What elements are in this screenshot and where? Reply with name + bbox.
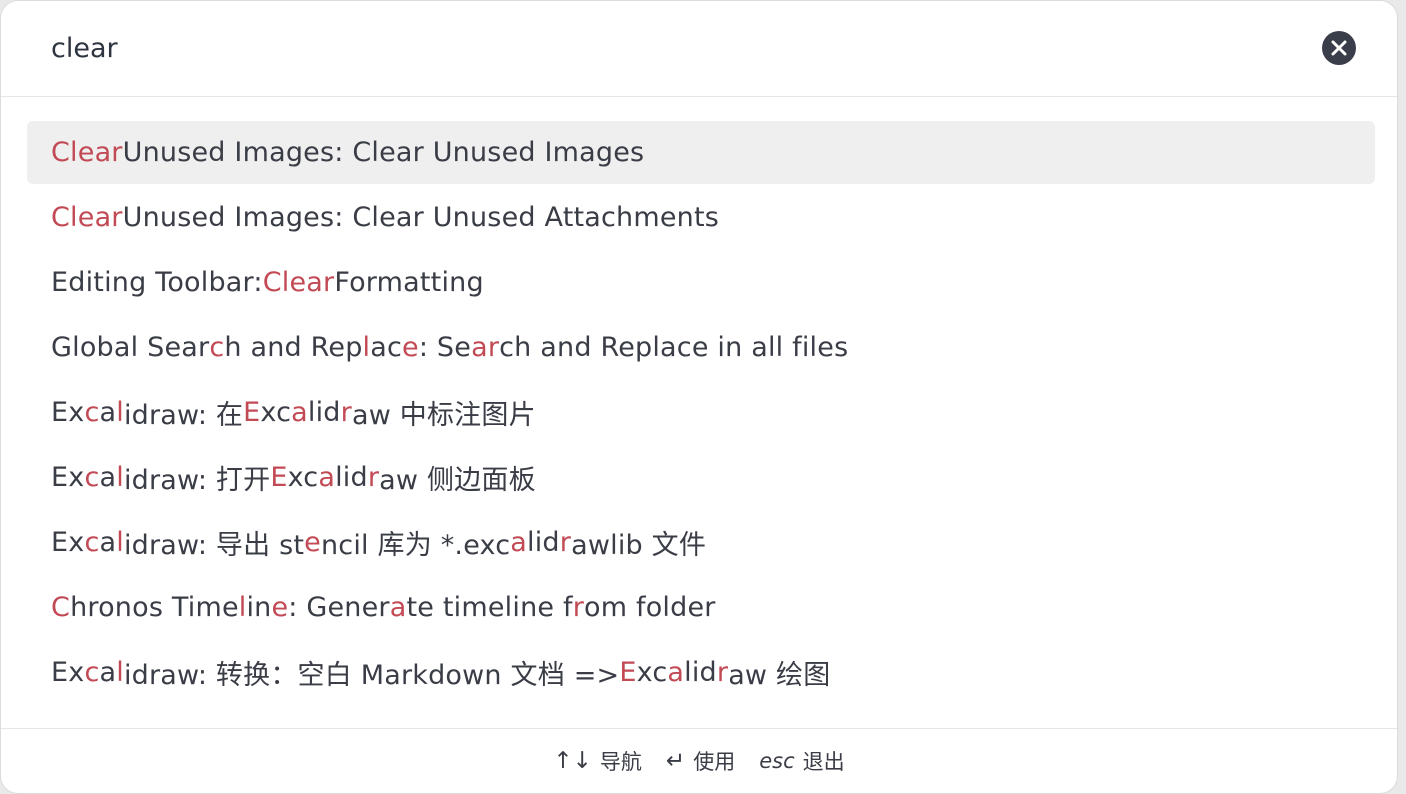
result-text: lid <box>307 397 341 428</box>
result-item[interactable]: Ex c a l idraw: 打开 Exc a lid r aw 侧边面板 <box>27 446 1375 509</box>
match-highlight: e <box>271 592 289 623</box>
match-highlight: e <box>402 332 419 363</box>
result-text: a <box>99 462 117 493</box>
navigate-hint: ↑↓ 导航 <box>553 746 642 776</box>
match-highlight: a <box>667 657 685 688</box>
result-text: h and Rep <box>224 332 363 363</box>
use-hint: ↵ 使用 <box>666 746 735 776</box>
match-highlight: a <box>318 462 336 493</box>
match-highlight: l <box>362 332 371 363</box>
match-highlight: c <box>209 332 225 363</box>
match-highlight: l <box>116 397 124 428</box>
result-text: Ex <box>51 462 85 493</box>
result-text: aw 侧边面板 <box>379 465 536 496</box>
esc-hint: esc 退出 <box>759 746 844 776</box>
match-highlight: Clear <box>51 137 123 168</box>
search-bar <box>1 1 1397 97</box>
match-highlight: C <box>51 592 71 623</box>
result-item[interactable]: Ex c a l idraw: 导出 st e ncil 库为 *.exc a lid r awli… <box>27 511 1375 574</box>
result-text: lid <box>684 657 717 688</box>
navigate-label: 导航 <box>599 750 642 774</box>
match-highlight: e <box>304 527 321 558</box>
result-text: hronos Time <box>70 592 239 623</box>
match-highlight: l <box>116 657 124 688</box>
result-text: : Gener <box>288 592 390 623</box>
result-item[interactable]: Global Sear c h and Rep l ac e: Se ar ch and Re… <box>27 316 1375 379</box>
result-text: te timeline f <box>406 592 573 623</box>
result-text: Editing Toolbar: <box>51 267 263 298</box>
enter-key-icon: ↵ <box>665 748 686 774</box>
result-item[interactable]: Clear Unused Images: Clear Unused Attach… <box>27 186 1375 249</box>
match-highlight: r <box>716 657 729 688</box>
result-text: xc <box>636 657 668 688</box>
result-text: idraw: 转换：空白 Markdown 文档 => <box>123 660 620 691</box>
result-item[interactable]: Clear Unused Images: Clear Unused Images <box>27 121 1375 184</box>
match-highlight: l <box>116 462 124 493</box>
close-circle-icon[interactable] <box>1322 31 1356 65</box>
result-text: Global Sear <box>51 332 210 363</box>
result-text: aw 绘图 <box>728 660 831 691</box>
match-highlight: Clear <box>262 267 335 298</box>
result-text: ac <box>370 332 403 363</box>
match-highlight: a <box>389 592 407 623</box>
result-text: om folder <box>584 592 716 623</box>
result-text: ch and Replace in all files <box>499 332 849 363</box>
search-input[interactable] <box>51 25 1251 71</box>
match-highlight: E <box>243 397 261 428</box>
result-text: : Se <box>418 332 472 363</box>
esc-label: 退出 <box>802 750 845 774</box>
result-text: idraw: 打开 <box>123 465 271 496</box>
match-highlight: ar <box>471 332 500 363</box>
match-highlight: a <box>510 527 528 558</box>
match-highlight: c <box>84 462 100 493</box>
result-text: lid <box>335 462 368 493</box>
result-text: Unused Images: Clear Unused Images <box>122 137 645 168</box>
result-item[interactable]: Editing Toolbar: Clear Formatting <box>27 251 1375 314</box>
match-highlight: l <box>238 592 247 623</box>
result-list: Clear Unused Images: Clear Unused Images… <box>27 121 1375 706</box>
result-text: xc <box>287 462 319 493</box>
match-highlight: E <box>270 462 288 493</box>
result-text: xc <box>260 397 292 428</box>
result-item[interactable]: Chronos Time l in e: Gener a te timeline f r om… <box>27 576 1375 639</box>
match-highlight: E <box>619 657 637 688</box>
result-text: Unused Images: Clear Unused Attachments <box>122 202 720 233</box>
match-highlight: c <box>84 657 100 688</box>
match-highlight: a <box>291 397 308 428</box>
result-text: a <box>99 657 117 688</box>
result-text: Ex <box>51 657 85 688</box>
result-text: a <box>99 397 117 428</box>
result-text: lid <box>527 527 560 558</box>
match-highlight: c <box>84 397 100 428</box>
result-text: Ex <box>51 397 85 428</box>
match-highlight: c <box>84 527 100 558</box>
arrow-keys-icon: ↑↓ <box>553 748 592 774</box>
match-highlight: l <box>116 527 124 558</box>
match-highlight: r <box>340 397 352 428</box>
command-palette: Clear Unused Images: Clear Unused Images… <box>0 0 1398 794</box>
esc-key: esc <box>759 749 795 773</box>
result-item[interactable]: Ex c a l idraw: 转换：空白 Markdown 文档 => Exc a lid… <box>27 641 1375 704</box>
match-highlight: Clear <box>51 202 123 233</box>
result-text: idraw: 导出 st <box>123 530 305 561</box>
match-highlight: r <box>572 592 584 623</box>
use-label: 使用 <box>693 750 736 774</box>
result-text: Formatting <box>334 267 484 298</box>
result-item[interactable]: Ex c a l idraw: 在 Exc a lid r aw 中标注图片 <box>27 381 1375 444</box>
instructions-bar: ↑↓ 导航 ↵ 使用 esc 退出 <box>1 728 1397 793</box>
result-text: ncil 库为 *.exc <box>320 530 511 561</box>
result-text: Ex <box>51 527 85 558</box>
result-text: in <box>246 592 272 623</box>
result-text: awlib 文件 <box>571 530 707 561</box>
result-text: idraw: 在 <box>123 400 244 431</box>
result-text: aw 中标注图片 <box>351 400 536 431</box>
match-highlight: r <box>559 527 572 558</box>
match-highlight: r <box>367 462 380 493</box>
result-text: a <box>99 527 117 558</box>
